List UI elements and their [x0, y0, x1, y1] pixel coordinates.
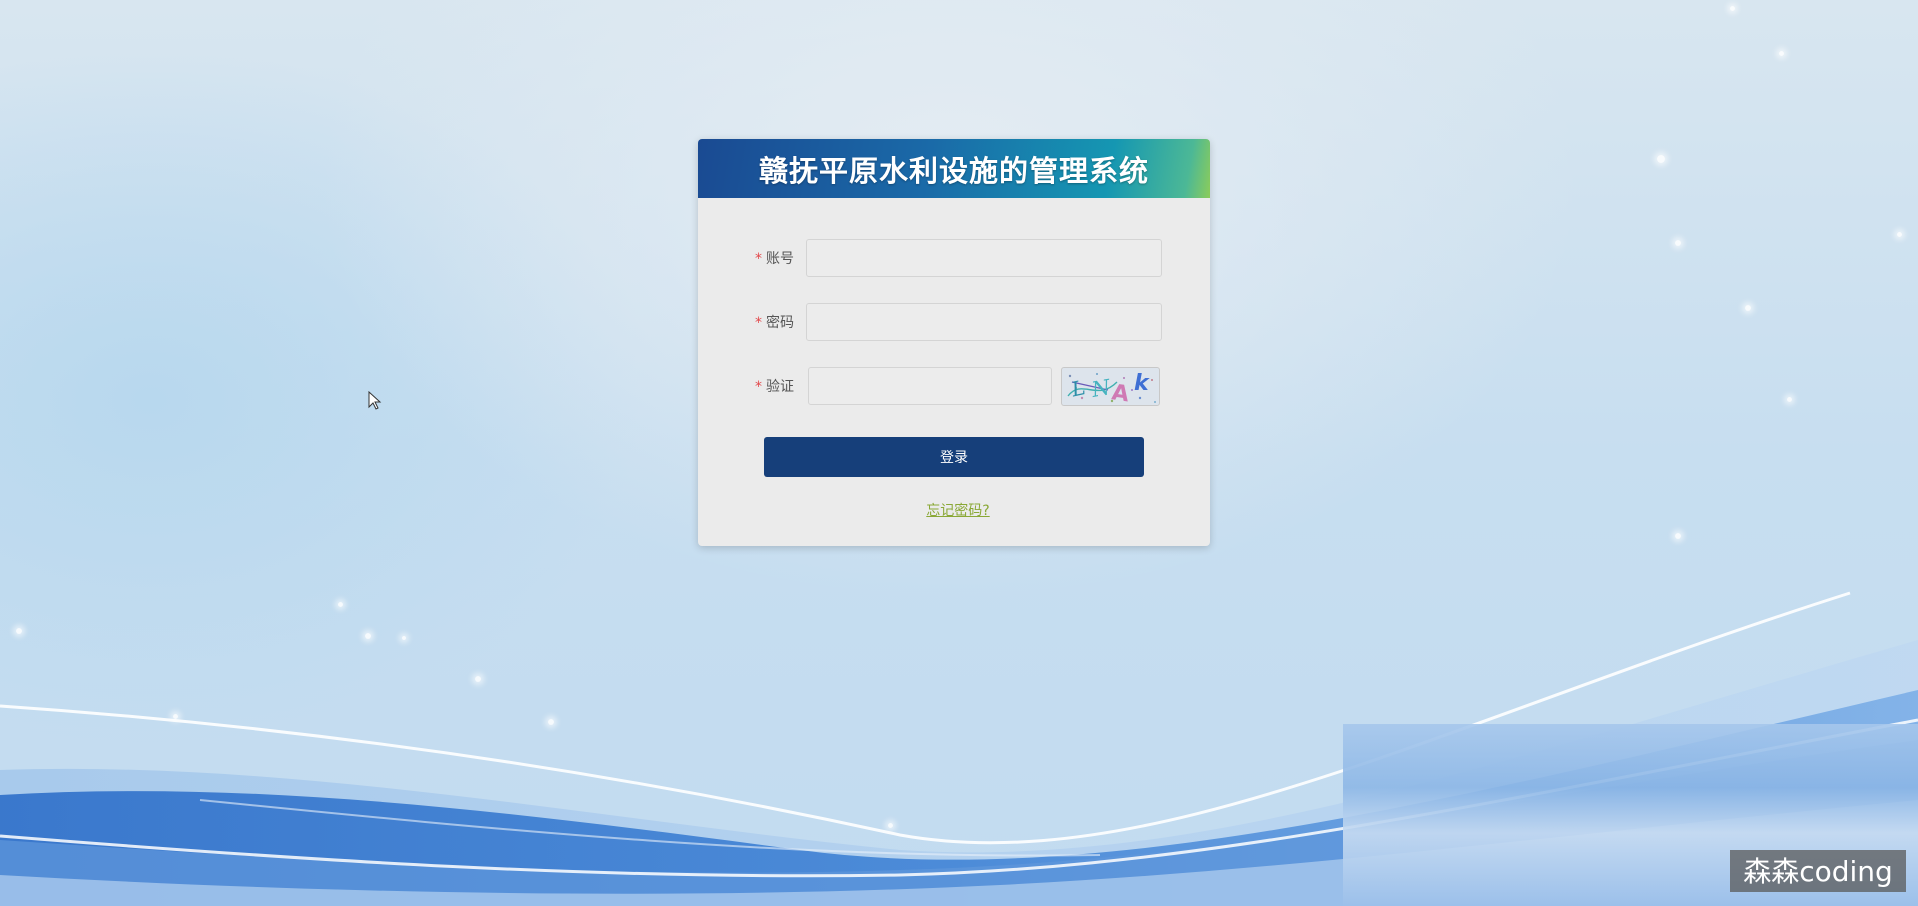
login-button[interactable]: 登录	[764, 437, 1144, 477]
captcha-char: L	[1068, 375, 1087, 401]
sparkle	[16, 628, 22, 634]
sparkle	[402, 636, 406, 640]
captcha-input[interactable]	[808, 367, 1052, 405]
watermark: 森森coding	[1730, 850, 1906, 892]
captcha-char: A	[1110, 380, 1130, 406]
sparkle	[1657, 155, 1665, 163]
captcha-label-text: 验证	[766, 379, 794, 395]
sparkle	[1897, 232, 1902, 237]
sparkle	[365, 633, 371, 639]
system-title: 赣抚平原水利设施的管理系统	[758, 153, 1149, 188]
sparkle	[173, 714, 178, 719]
required-mark: *	[755, 251, 762, 267]
arrow-cursor-icon	[368, 391, 382, 410]
sparkle	[475, 676, 481, 682]
login-header: 赣抚平原水利设施的管理系统	[698, 139, 1210, 198]
captcha-image[interactable]: L N A k	[1061, 367, 1160, 406]
sparkle	[1745, 305, 1751, 311]
sparkle	[888, 823, 893, 828]
captcha-char: N	[1089, 375, 1113, 402]
forgot-password-link[interactable]: 忘记密码?	[698, 500, 1210, 520]
captcha-label: * 验证	[698, 367, 794, 407]
account-label: * 账号	[698, 239, 794, 279]
sparkle	[338, 602, 343, 607]
required-mark: *	[755, 379, 762, 395]
login-panel: 赣抚平原水利设施的管理系统 * 账号 * 密码 * 验证 L N A k 登录 …	[698, 139, 1210, 546]
sparkle	[1787, 397, 1792, 402]
account-label-text: 账号	[766, 251, 794, 267]
password-label: * 密码	[698, 303, 794, 343]
captcha-row: * 验证 L N A k	[698, 367, 1210, 407]
password-input[interactable]	[806, 303, 1162, 341]
captcha-graphic: L N A k	[1067, 371, 1156, 406]
sparkle	[1675, 533, 1681, 539]
password-label-text: 密码	[766, 315, 794, 331]
sparkle	[548, 719, 554, 725]
account-row: * 账号	[698, 239, 1210, 279]
account-input[interactable]	[806, 239, 1162, 277]
password-row: * 密码	[698, 303, 1210, 343]
sparkle	[1675, 240, 1681, 246]
required-mark: *	[755, 315, 762, 331]
captcha-char: k	[1134, 371, 1150, 396]
sparkle	[1730, 6, 1735, 11]
sparkle	[1779, 51, 1784, 56]
